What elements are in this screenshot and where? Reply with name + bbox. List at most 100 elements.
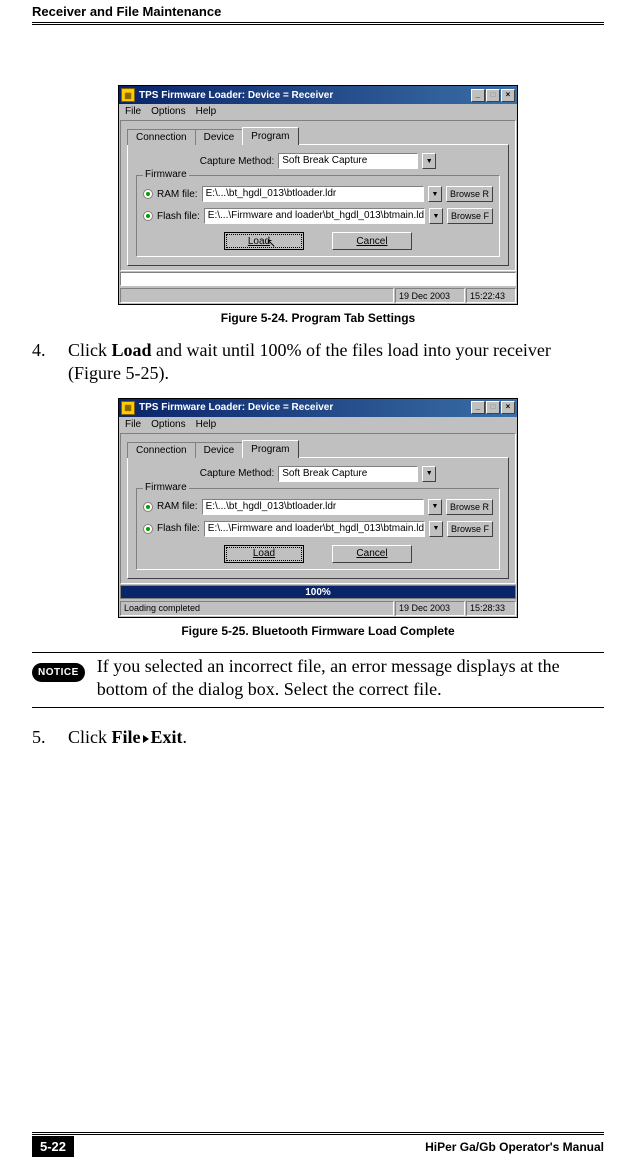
flash-file-label: Flash file: [157,211,200,222]
tab-connection[interactable]: Connection [127,442,196,458]
page: Receiver and File Maintenance ▦ TPS Firm… [0,0,636,749]
footer-manual-title: HiPer Ga/Gb Operator's Manual [74,1140,604,1154]
header-rule-thin [32,24,604,25]
tab-device[interactable]: Device [195,129,244,145]
load-button[interactable]: Load↖ [224,232,304,250]
step-number: 5. [32,726,68,749]
app-icon: ▦ [121,401,135,415]
dropdown-icon[interactable]: ▼ [422,153,436,169]
status-bar: Loading completed 19 Dec 2003 15:28:33 [119,600,517,617]
firmware-group: Firmware RAM file: E:\...\bt_hgdl_013\bt… [136,488,500,570]
ram-file-radio[interactable] [143,502,153,512]
menu-options[interactable]: Options [151,419,185,430]
footer-rule-thin [32,1132,604,1133]
flash-file-radio[interactable] [143,524,153,534]
app-window: ▦ TPS Firmware Loader: Device = Receiver… [118,398,518,618]
client-area: Connection Device Program Capture Method… [120,120,516,271]
ram-file-label: RAM file: [157,501,198,512]
ram-file-label: RAM file: [157,189,198,200]
capture-method-select[interactable]: Soft Break Capture [278,466,418,482]
titlebar: ▦ TPS Firmware Loader: Device = Receiver… [119,399,517,417]
tab-strip: Connection Device Program [127,127,509,145]
header-rule-thick [32,22,604,23]
tab-program[interactable]: Program [242,440,298,458]
app-icon: ▦ [121,88,135,102]
step-5: 5. Click FileExit. [32,726,604,749]
browse-flash-button[interactable]: Browse F [447,208,493,224]
capture-method-label: Capture Method: [200,156,275,167]
flash-file-input[interactable]: E:\...\Firmware and loader\bt_hgdl_013\b… [204,208,425,224]
maximize-button[interactable]: □ [486,401,500,414]
close-button[interactable]: × [501,89,515,102]
menu-file[interactable]: File [125,106,141,117]
ram-file-input[interactable]: E:\...\bt_hgdl_013\btloader.ldr [202,186,424,202]
app-window: ▦ TPS Firmware Loader: Device = Receiver… [118,85,518,305]
flash-file-label: Flash file: [157,523,200,534]
window-control-group: _ □ × [471,89,515,102]
step-text: Click FileExit. [68,726,604,749]
firmware-legend: Firmware [143,169,189,180]
notice-badge: NOTICE [32,663,85,682]
page-footer: 5-22 HiPer Ga/Gb Operator's Manual [0,1132,636,1157]
titlebar: ▦ TPS Firmware Loader: Device = Receiver… [119,86,517,104]
dropdown-icon[interactable]: ▼ [429,208,443,224]
header-title: Receiver and File Maintenance [32,4,221,19]
step-4: 4. Click Load and wait until 100% of the… [32,339,604,386]
notice-text: If you selected an incorrect file, an er… [97,655,604,701]
window-control-group: _ □ × [471,401,515,414]
progress-bar: 100% [120,585,516,599]
menu-help[interactable]: Help [196,419,217,430]
window-title: TPS Firmware Loader: Device = Receiver [139,402,471,413]
tab-strip: Connection Device Program [127,440,509,458]
ram-file-input[interactable]: E:\...\bt_hgdl_013\btloader.ldr [202,499,424,515]
tab-page-program: Capture Method: Soft Break Capture ▼ Fir… [127,457,509,579]
window-title: TPS Firmware Loader: Device = Receiver [139,90,471,101]
minimize-button[interactable]: _ [471,401,485,414]
browse-ram-button[interactable]: Browse R [446,186,493,202]
cancel-button[interactable]: Cancel [332,545,412,563]
client-area: Connection Device Program Capture Method… [120,433,516,584]
status-message [120,288,394,303]
menu-options[interactable]: Options [151,106,185,117]
status-date: 19 Dec 2003 [395,601,465,616]
menu-arrow-icon [143,735,149,743]
dropdown-icon[interactable]: ▼ [428,186,442,202]
tab-device[interactable]: Device [195,442,244,458]
capture-method-select[interactable]: Soft Break Capture [278,153,418,169]
notice-box: NOTICE If you selected an incorrect file… [32,653,604,707]
progress-bar-empty [120,272,516,286]
status-message: Loading completed [120,601,394,616]
flash-file-radio[interactable] [143,211,153,221]
menubar: File Options Help [119,104,517,119]
tab-program[interactable]: Program [242,127,298,145]
close-button[interactable]: × [501,401,515,414]
cancel-button[interactable]: Cancel [332,232,412,250]
firmware-group: Firmware RAM file: E:\...\bt_hgdl_013\bt… [136,175,500,257]
step-number: 4. [32,339,68,386]
cursor-icon: ↖ [266,239,276,247]
dropdown-icon[interactable]: ▼ [428,499,442,515]
figure-5-25: ▦ TPS Firmware Loader: Device = Receiver… [32,398,604,618]
menu-file[interactable]: File [125,419,141,430]
dropdown-icon[interactable]: ▼ [422,466,436,482]
dropdown-icon[interactable]: ▼ [429,521,443,537]
load-button[interactable]: Load [224,545,304,563]
notice-rule-bottom [32,707,604,708]
minimize-button[interactable]: _ [471,89,485,102]
status-date: 19 Dec 2003 [395,288,465,303]
ram-file-radio[interactable] [143,189,153,199]
status-bar: 19 Dec 2003 15:22:43 [119,287,517,304]
tab-page-program: Capture Method: Soft Break Capture ▼ Fir… [127,144,509,266]
maximize-button[interactable]: □ [486,89,500,102]
flash-file-input[interactable]: E:\...\Firmware and loader\bt_hgdl_013\b… [204,521,425,537]
status-time: 15:22:43 [466,288,516,303]
menu-help[interactable]: Help [196,106,217,117]
browse-flash-button[interactable]: Browse F [447,521,493,537]
figure-caption: Figure 5-24. Program Tab Settings [32,311,604,325]
browse-ram-button[interactable]: Browse R [446,499,493,515]
firmware-legend: Firmware [143,482,189,493]
figure-caption: Figure 5-25. Bluetooth Firmware Load Com… [32,624,604,638]
tab-connection[interactable]: Connection [127,129,196,145]
capture-method-label: Capture Method: [200,468,275,479]
page-number: 5-22 [32,1136,74,1157]
